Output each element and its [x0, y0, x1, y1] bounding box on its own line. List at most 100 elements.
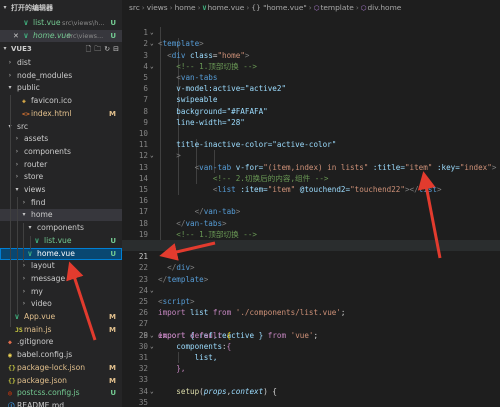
code-line[interactable]: 16 </van-tab>	[122, 184, 500, 216]
breadcrumb-views[interactable]: views	[147, 3, 168, 12]
folder-home[interactable]: ▾ home	[0, 209, 122, 222]
folder-components[interactable]: › components	[0, 146, 122, 158]
code-line[interactable]: 3 <!-- 1.顶部切换 -->	[122, 38, 500, 71]
code-line[interactable]: 18 <!-- 1.顶部切换 -->	[122, 206, 500, 239]
folder-assets[interactable]: › assets	[0, 133, 122, 145]
close-icon[interactable]: ✕	[13, 30, 19, 42]
file-package-json[interactable]: {} package.json M	[0, 375, 122, 387]
breadcrumb-script[interactable]: {} "home.vue"	[251, 3, 306, 12]
code-line[interactable]: 4 ⌄ <van-tabs	[122, 50, 500, 82]
folder-node-modules[interactable]: › node_modules	[0, 70, 122, 82]
chevron-right-icon: ›	[15, 173, 19, 181]
file-gitignore[interactable]: ◆ .gitignore	[0, 336, 122, 348]
code-line[interactable]: 9	[122, 106, 500, 127]
code-line[interactable]: 29 ⌄ export default {	[122, 330, 500, 341]
folder-components[interactable]: ▾ components	[0, 222, 122, 234]
folder-public[interactable]: ▾ public	[0, 82, 122, 94]
code-line[interactable]: 2 ⌄ <div class="home">	[122, 27, 500, 59]
explorer-sidebar: ▾ 打开的编辑器 V list.vue src\views\h... U ✕ V…	[0, 0, 122, 407]
file-readme-md[interactable]: ⓘ README.md	[0, 400, 122, 407]
code-line[interactable]: 10 title-inactive-color="active-color"	[122, 117, 500, 149]
file-index-html[interactable]: <> index.html M	[0, 108, 122, 120]
folder-router[interactable]: › router	[0, 159, 122, 171]
open-editor-list-vue[interactable]: V list.vue src\views\h... U	[0, 17, 122, 29]
collapse-all-icon[interactable]: ⊟	[113, 43, 119, 55]
folder-video[interactable]: › video	[0, 298, 122, 310]
tree-item-label: video	[31, 299, 52, 309]
git-status-badge: M	[109, 363, 116, 372]
breadcrumb-file[interactable]: home.vue	[207, 3, 244, 12]
breadcrumb: src › views › home › Vhome.vue ›{} "home.vue" › ⬡…	[129, 3, 402, 12]
refresh-icon[interactable]: ↻	[104, 43, 110, 55]
breadcrumb-div[interactable]: div.home	[367, 3, 401, 12]
code-line[interactable]: 33	[122, 374, 500, 385]
code-line[interactable]: 35	[122, 397, 500, 407]
breadcrumb-home[interactable]: home	[175, 3, 196, 12]
code-line[interactable]: 19	[122, 218, 500, 239]
tree-item-label: views	[24, 185, 46, 194]
code-line[interactable]: 27 import { ref,reactive } from 'vue';	[122, 307, 500, 339]
tree-item-label: components	[37, 223, 84, 233]
code-line[interactable]: 1 ⌄ <template>	[122, 16, 500, 48]
tree-item-label: node_modules	[17, 70, 73, 80]
code-line[interactable]: 6 swipeable	[122, 72, 500, 104]
code-line[interactable]: 12 ⌄ <van-tab v-for="(item,index) in list…	[122, 139, 500, 171]
file-package-lock-json[interactable]: {} package-lock.json M	[0, 362, 122, 374]
file-favicon-ico[interactable]: ◈ favicon.ico	[0, 95, 122, 107]
code-line[interactable]: 25 import list from './components/list.v…	[122, 285, 500, 317]
code-line[interactable]: 8 line-width="28"	[122, 94, 500, 127]
breadcrumb-template[interactable]: template	[320, 3, 353, 12]
code-line[interactable]: 32 },	[122, 363, 500, 374]
folder-views[interactable]: ▾ views	[0, 184, 122, 196]
tree-item-label: README.md	[17, 400, 65, 407]
tree-item-label: router	[24, 159, 48, 169]
file-app-vue[interactable]: V App.vue M	[0, 311, 122, 323]
tree-item-label: package.json	[17, 375, 67, 385]
tree-item-label: list.vue	[44, 235, 72, 245]
explorer-toolbar: 🗋 🗀 ↻ ⊟	[86, 43, 119, 55]
file-type-icon: JS	[15, 325, 23, 334]
code-line[interactable]: 34 ⌄ setup(props,context) {	[122, 386, 500, 397]
tree-item-label: home.vue	[37, 248, 75, 258]
new-file-icon[interactable]: 🗋	[86, 43, 92, 55]
code-line[interactable]: 5 v-model:active="active2"	[122, 61, 500, 93]
folder-store[interactable]: › store	[0, 171, 122, 183]
file-main-js[interactable]: JS main.js M	[0, 324, 122, 336]
code-line[interactable]: 24 ⌄ <script>	[122, 274, 500, 306]
code-line[interactable]: 30 ⌄ components:{	[122, 341, 500, 352]
folder-src[interactable]: ▾src	[0, 121, 122, 133]
folder-find[interactable]: › find	[0, 197, 122, 209]
tree-item-label: App.vue	[24, 312, 56, 321]
code-line-current[interactable]: 21 </div>	[122, 240, 500, 272]
code-line[interactable]: 11 >	[122, 128, 500, 160]
folder-message[interactable]: › message	[0, 273, 122, 285]
folder-my[interactable]: › my	[0, 286, 122, 298]
folder-layout[interactable]: › layout	[0, 260, 122, 272]
open-editors-header[interactable]: ▾ 打开的编辑器	[0, 2, 122, 14]
code-line[interactable]: 14 <list :item="item" @touchend2="touche…	[122, 162, 500, 194]
open-editor-home-vue[interactable]: ✕ V home.vue src\views... U	[0, 30, 122, 42]
code-line[interactable]: 13 <!-- 2.切换后的内容,组件 -->	[122, 150, 500, 183]
tree-item-label: my	[31, 286, 43, 296]
code-line[interactable]: 28	[122, 318, 500, 340]
tree-item-label: src	[17, 121, 29, 131]
code-editor[interactable]: src › views › home › Vhome.vue ›{} "home.vue" › ⬡…	[122, 0, 500, 407]
code-line[interactable]: 7 background="#FAFAFA"	[122, 83, 500, 115]
code-line[interactable]: 15	[122, 173, 500, 194]
file-home-vue[interactable]: Vhome.vue U	[0, 247, 122, 260]
code-line[interactable]: 22 </template>	[122, 251, 500, 283]
code-line[interactable]: 17 </van-tabs>	[122, 195, 500, 227]
chevron-right-icon: ›	[8, 71, 12, 79]
new-folder-icon[interactable]: 🗀	[94, 43, 101, 55]
code-line[interactable]: 31 list,	[122, 352, 500, 363]
folder-dist[interactable]: › dist	[0, 57, 122, 69]
git-status-badge: M	[109, 109, 116, 118]
code-line[interactable]: 20	[122, 229, 500, 250]
breadcrumb-src[interactable]: src	[129, 3, 140, 12]
code-line[interactable]: 26	[122, 296, 500, 317]
workspace-header[interactable]: ▾ VUE3 🗋 🗀 ↻ ⊟	[0, 43, 122, 55]
code-line[interactable]: 23	[122, 262, 500, 284]
file-babel-config-js[interactable]: ◉ babel.config.js	[0, 349, 122, 361]
file-list-vue[interactable]: Vlist.vue U	[0, 235, 122, 247]
file-postcss-config-js[interactable]: ◎ postcss.config.js U	[0, 387, 122, 399]
